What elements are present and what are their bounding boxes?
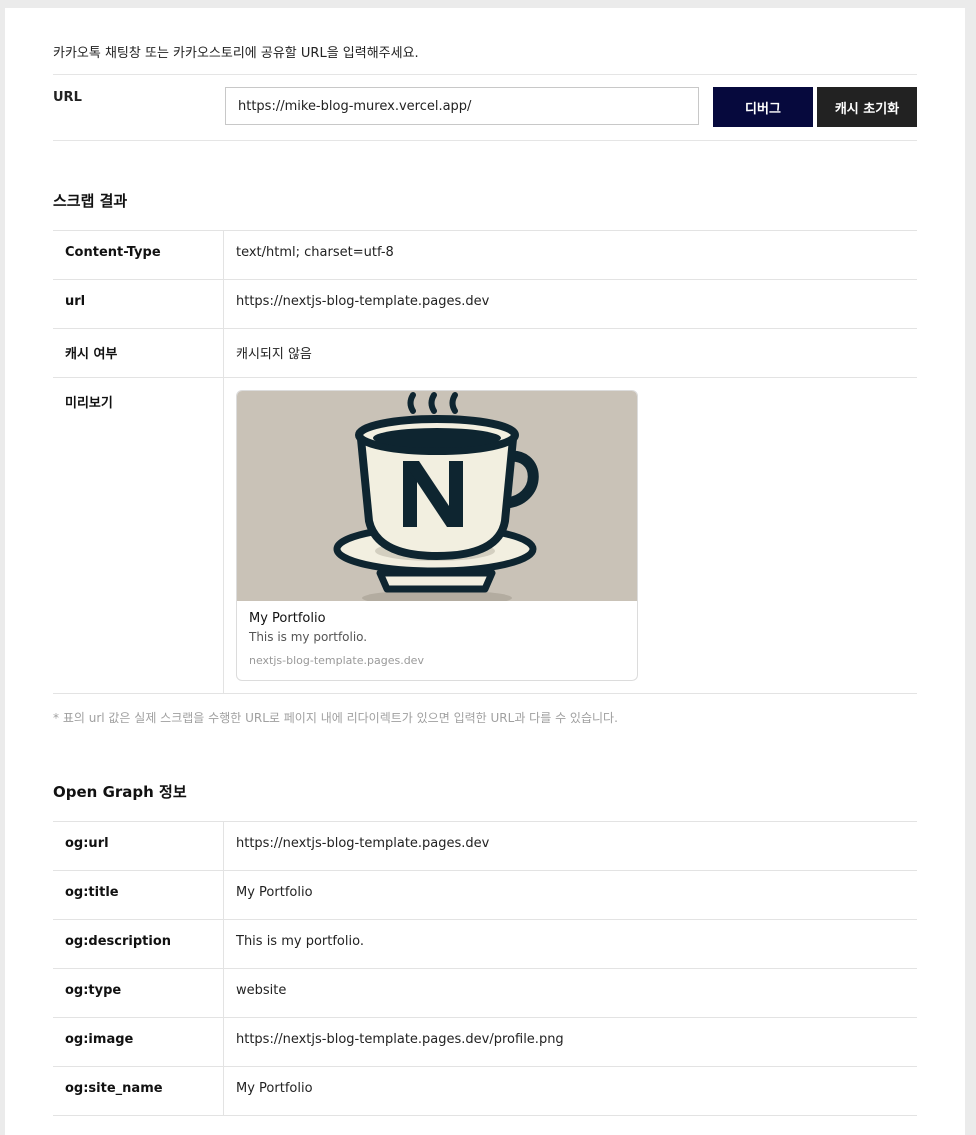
table-row: og:site_name My Portfolio <box>53 1066 917 1116</box>
debugger-panel: 카카오톡 채팅창 또는 카카오스토리에 공유할 URL을 입력해주세요. URL… <box>5 8 965 1135</box>
url-label: URL <box>53 90 82 105</box>
preview-title: My Portfolio <box>249 611 326 626</box>
row-key: og:site_name <box>53 1066 224 1116</box>
row-key: og:type <box>53 968 224 1018</box>
reset-cache-button[interactable]: 캐시 초기화 <box>817 87 917 127</box>
preview-body: My Portfolio This is my portfolio. nextj… <box>237 601 637 680</box>
table-row: og:description This is my portfolio. <box>53 919 917 969</box>
intro-text: 카카오톡 채팅창 또는 카카오스토리에 공유할 URL을 입력해주세요. <box>53 46 419 61</box>
row-value: https://nextjs-blog-template.pages.dev <box>223 279 917 329</box>
row-value: This is my portfolio. <box>223 919 917 969</box>
table-row: og:type website <box>53 968 917 1018</box>
link-preview-card[interactable]: My Portfolio This is my portfolio. nextj… <box>236 390 638 681</box>
row-value: My Portfolio <box>223 870 917 920</box>
row-value: text/html; charset=utf-8 <box>223 230 917 280</box>
table-row: og:title My Portfolio <box>53 870 917 920</box>
preview-description: This is my portfolio. <box>249 630 368 644</box>
row-key: og:description <box>53 919 224 969</box>
preview-cell: My Portfolio This is my portfolio. nextj… <box>223 377 917 694</box>
preview-label: 미리보기 <box>53 377 224 694</box>
table-row: og:url https://nextjs-blog-template.page… <box>53 821 917 871</box>
row-key: og:image <box>53 1017 224 1067</box>
row-key: og:title <box>53 870 224 920</box>
row-key: Content-Type <box>53 230 224 280</box>
row-value: 캐시되지 않음 <box>223 328 917 378</box>
scrape-result-table: Content-Type text/html; charset=utf-8 ur… <box>53 230 917 694</box>
url-input[interactable] <box>225 87 699 125</box>
coffee-cup-n-logo-icon <box>237 391 637 601</box>
table-row-preview: 미리보기 My Portfolio This is my portfolio. … <box>53 377 917 694</box>
scrape-result-title: 스크랩 결과 <box>53 192 128 210</box>
open-graph-title: Open Graph 정보 <box>53 783 187 801</box>
open-graph-table: og:url https://nextjs-blog-template.page… <box>53 821 917 1116</box>
row-value: My Portfolio <box>223 1066 917 1116</box>
row-key: 캐시 여부 <box>53 328 224 378</box>
row-value: https://nextjs-blog-template.pages.dev <box>223 821 917 871</box>
row-key: url <box>53 279 224 329</box>
table-row: og:image https://nextjs-blog-template.pa… <box>53 1017 917 1067</box>
table-row: 캐시 여부 캐시되지 않음 <box>53 328 917 378</box>
table-row: url https://nextjs-blog-template.pages.d… <box>53 279 917 329</box>
row-value: https://nextjs-blog-template.pages.dev/p… <box>223 1017 917 1067</box>
table-row: Content-Type text/html; charset=utf-8 <box>53 230 917 280</box>
scrape-note: * 표의 url 값은 실제 스크랩을 수행한 URL로 페이지 내에 리다이렉… <box>53 711 618 725</box>
preview-domain: nextjs-blog-template.pages.dev <box>249 654 424 667</box>
row-value: website <box>223 968 917 1018</box>
row-key: og:url <box>53 821 224 871</box>
url-form: URL 디버그 캐시 초기화 <box>53 74 917 141</box>
debug-button[interactable]: 디버그 <box>713 87 813 127</box>
